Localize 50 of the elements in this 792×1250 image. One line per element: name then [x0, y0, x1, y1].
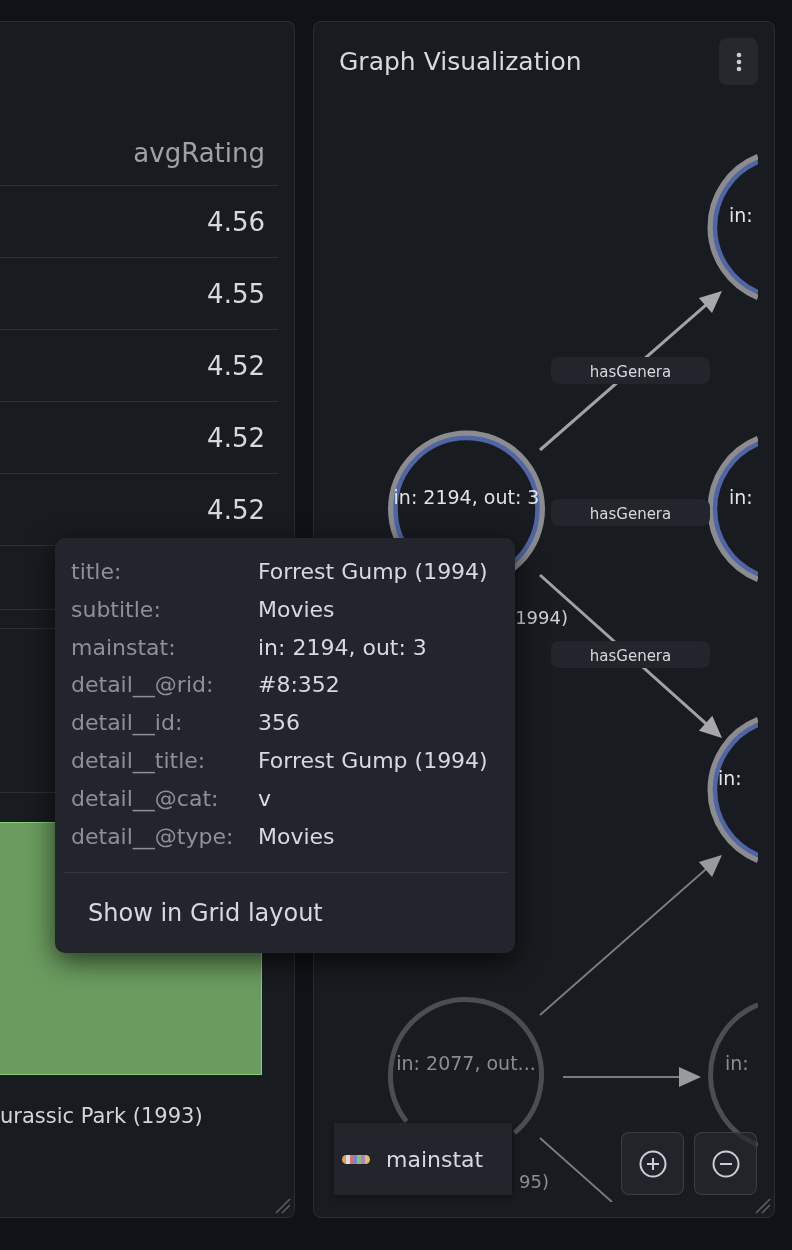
menu-icon [735, 51, 742, 72]
field-value: Forrest Gump (1994) [258, 558, 488, 586]
node-mainstat-label: in: [718, 767, 742, 789]
edge-label: hasGenera [551, 357, 710, 384]
field-value: in: 2194, out: 3 [258, 633, 427, 662]
field-value: #8:352 [258, 671, 340, 700]
panel-title: Graph Visualization [339, 47, 582, 76]
node-mainstat-label: in: [725, 1052, 749, 1074]
menu-item[interactable]: Show in Grid layout [63, 881, 507, 946]
field-value: Forrest Gump (1994) [258, 747, 488, 775]
edge-label: hasGenera [551, 499, 710, 526]
field-label: detail__id: [71, 709, 183, 738]
field-label: detail__@type: [71, 822, 234, 852]
field-label: mainstat: [71, 633, 176, 662]
resize-handle-icon[interactable] [275, 1198, 291, 1214]
field-value: v [258, 784, 272, 813]
table-cell: 4.52 [207, 350, 265, 381]
zoom-in-button[interactable] [621, 1132, 684, 1195]
node-title-label: 1994) [515, 606, 568, 628]
field-value: Movies [258, 822, 335, 851]
graph-node[interactable] [707, 436, 758, 582]
node-mainstat-label: in: [729, 486, 753, 508]
circled-plus-icon [638, 1149, 667, 1178]
table-cell: 4.55 [207, 278, 265, 309]
graph-node[interactable] [708, 1002, 758, 1148]
node-mainstat-label: in: 2077, out... [396, 1052, 536, 1074]
panel-menu-button[interactable] [719, 38, 758, 85]
legend-label: mainstat [386, 1146, 484, 1172]
table-cell: 4.52 [207, 494, 265, 525]
field-label: detail__@rid: [71, 671, 214, 700]
column-header[interactable]: avgRating [133, 137, 265, 168]
node-mainstat-label: in: [729, 204, 753, 226]
field-value: Movies [258, 595, 335, 624]
node-title-label: 95) [519, 1170, 549, 1192]
zoom-out-button[interactable] [694, 1132, 757, 1195]
resize-handle-icon[interactable] [755, 1198, 771, 1214]
circled-minus-icon [711, 1149, 740, 1178]
graph-node[interactable] [707, 717, 758, 863]
field-label: title: [71, 558, 122, 586]
table-cell: 4.52 [207, 422, 265, 453]
edge-label: hasGenera [551, 641, 710, 668]
graph-node[interactable] [388, 997, 544, 1135]
color-scale-icon [342, 1154, 370, 1164]
bar-label: urassic Park (1993) [0, 1103, 203, 1129]
graph-node[interactable] [707, 154, 758, 300]
field-value: 356 [258, 709, 300, 738]
field-label: detail__@cat: [71, 784, 219, 814]
table-cell: 4.56 [207, 206, 265, 237]
field-label: detail__title: [71, 747, 206, 776]
field-label: subtitle: [71, 595, 161, 624]
